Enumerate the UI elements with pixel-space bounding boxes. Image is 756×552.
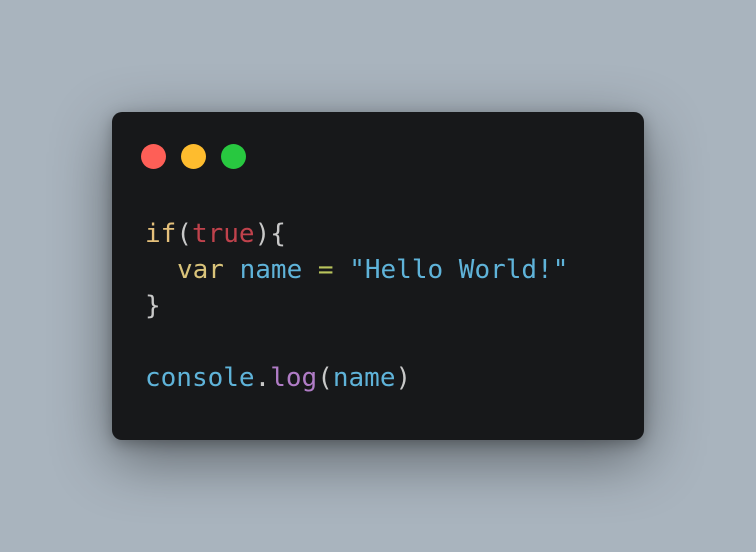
code-line-1: if(true){ [145,216,568,252]
token-paren-open: ( [317,363,333,393]
token-paren-close: ) [395,363,412,393]
token-keyword-var: var [177,255,224,285]
minimize-dot-icon[interactable] [181,144,206,169]
token-method-log: log [270,363,318,393]
maximize-dot-icon[interactable] [221,144,246,169]
token-string-hello: "Hello World!" [349,255,569,285]
token-dot: . [254,363,271,393]
token-identifier-name: name [239,255,303,285]
token-brace-close: } [145,291,161,321]
close-dot-icon[interactable] [141,144,166,169]
token-paren-open: ( [176,219,192,249]
token-boolean-true: true [191,219,255,249]
code-line-3: } [145,288,568,324]
token-arg-name: name [332,363,396,393]
token-keyword-if: if [145,219,177,249]
code-window: if(true){var name = "Hello World!"} conso… [112,112,644,440]
token-object-console: console [145,363,255,393]
code-line-2: var name = "Hello World!" [145,252,568,288]
token-paren-close-brace: ){ [254,219,286,249]
token-operator-equals: = [317,255,334,285]
code-block: if(true){var name = "Hello World!"} conso… [145,216,568,396]
code-line-5: console.log(name) [145,360,568,396]
